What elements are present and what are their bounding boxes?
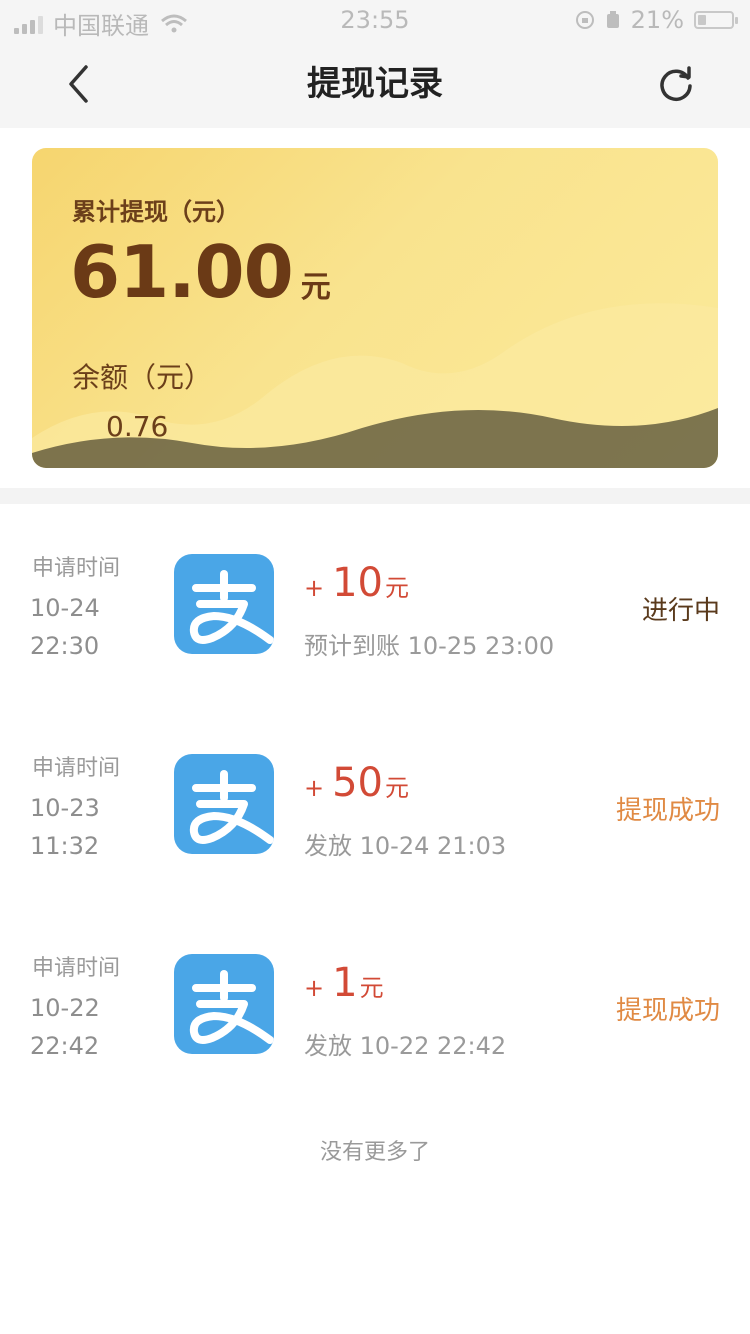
- amount-plus-sign: +: [304, 974, 325, 1002]
- record-date: 10-24: [30, 594, 100, 622]
- record-clock: 11:32: [30, 832, 100, 860]
- total-withdraw-amount: 61.00 元: [70, 230, 331, 314]
- alarm-icon: [606, 11, 619, 28]
- record-amount: + 10 元: [304, 560, 409, 606]
- withdraw-record[interactable]: 申请时间 10-23 11:32 + 50 元 发放 10-24 21:03 提…: [0, 704, 750, 904]
- record-status: 进行中: [641, 596, 720, 626]
- record-amount: + 1 元: [304, 960, 384, 1006]
- no-more-text: 没有更多了: [319, 1140, 430, 1165]
- record-status: 提现成功: [615, 796, 720, 826]
- nav-bar: 提现记录: [0, 40, 750, 128]
- section-divider: [0, 488, 750, 504]
- status-right: 21%: [575, 6, 738, 34]
- amount-value: 1: [332, 960, 358, 1006]
- page-title: 提现记录: [307, 64, 443, 104]
- refresh-button[interactable]: [654, 62, 698, 106]
- record-subtext: 预计到账 10-25 23:00: [304, 632, 555, 660]
- amount-value: 10: [332, 560, 384, 606]
- withdraw-record[interactable]: 申请时间 10-22 22:42 + 1 元 发放 10-22 22:42 提现…: [0, 904, 750, 1104]
- alipay-icon: [174, 754, 274, 854]
- withdraw-summary-card: 累计提现（元） 61.00 元 余额（元） 0.76: [32, 148, 718, 468]
- balance-value: 0.76: [106, 410, 169, 443]
- balance-label: 余额（元）: [72, 361, 213, 394]
- record-clock: 22:30: [30, 632, 100, 660]
- amount-value: 50: [332, 760, 384, 806]
- record-date: 10-23: [30, 794, 100, 822]
- record-time-label: 申请时间: [32, 756, 121, 781]
- total-withdraw-value: 61.00: [70, 230, 294, 314]
- record-status: 提现成功: [615, 996, 720, 1026]
- record-clock: 22:42: [30, 1032, 100, 1060]
- record-time-label: 申请时间: [32, 956, 121, 981]
- withdraw-records-page: 中国联通 23:55 21% 提现记录 累计提现（元） 61.00 元 余额（元…: [0, 0, 750, 1334]
- alipay-icon: [174, 954, 274, 1054]
- record-date: 10-22: [30, 994, 100, 1022]
- record-amount: + 50 元: [304, 760, 409, 806]
- total-withdraw-unit: 元: [300, 270, 331, 305]
- record-subtext: 发放 10-24 21:03: [304, 832, 507, 860]
- amount-unit: 元: [385, 574, 410, 602]
- battery-icon: [694, 11, 738, 29]
- amount-plus-sign: +: [304, 574, 325, 602]
- withdraw-record[interactable]: 申请时间 10-24 22:30 + 10 元 预计到账 10-25 23:00…: [0, 504, 750, 704]
- battery-percent: 21%: [630, 6, 684, 34]
- amount-plus-sign: +: [304, 774, 325, 802]
- orientation-lock-icon: [575, 11, 594, 29]
- alipay-icon: [174, 554, 274, 654]
- amount-unit: 元: [359, 974, 384, 1002]
- record-subtext: 发放 10-22 22:42: [304, 1032, 507, 1060]
- amount-unit: 元: [385, 774, 410, 802]
- refresh-icon: [660, 66, 692, 101]
- record-time-label: 申请时间: [32, 556, 121, 581]
- total-withdraw-label: 累计提现（元）: [72, 198, 240, 226]
- status-bar: 中国联通 23:55 21%: [0, 0, 750, 40]
